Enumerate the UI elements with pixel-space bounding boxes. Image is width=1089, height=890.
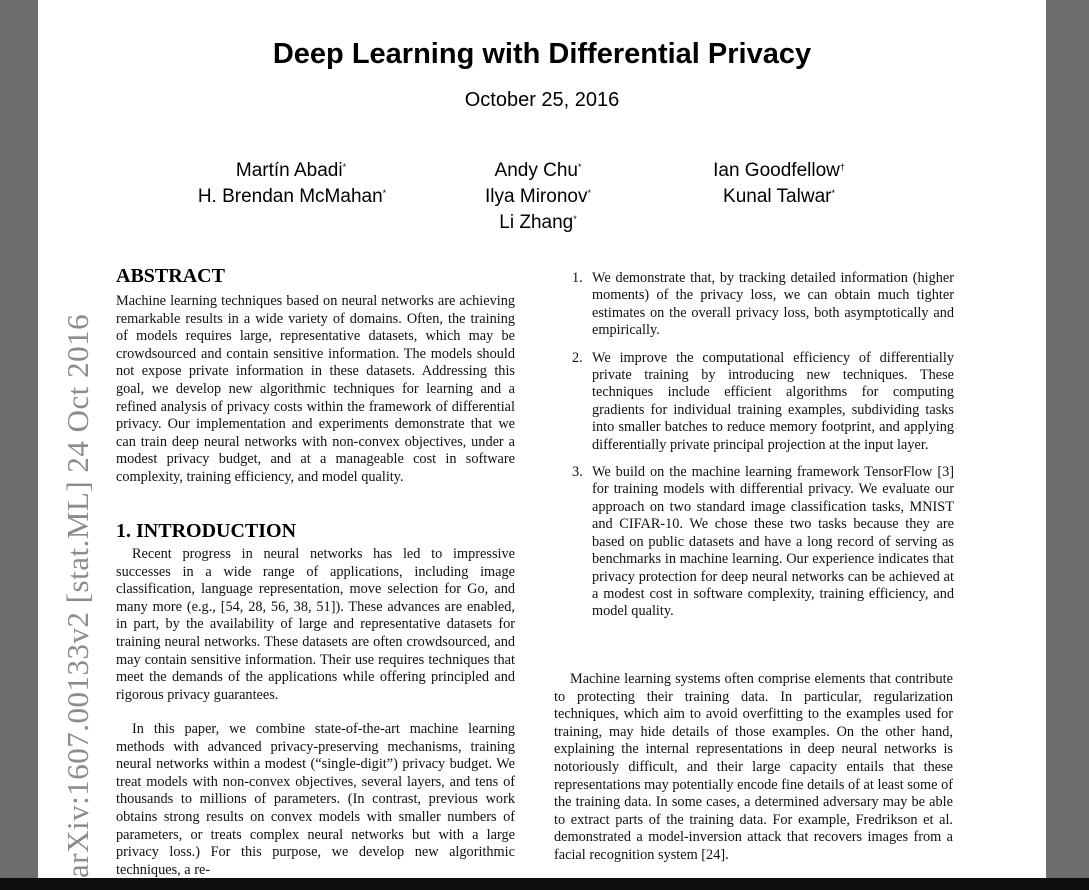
- introduction-heading: 1. INTRODUCTION: [116, 520, 297, 542]
- affiliation-mark: *: [587, 188, 591, 198]
- affiliation-mark: *: [573, 214, 577, 224]
- list-number: 2.: [572, 349, 583, 366]
- affiliation-mark: *: [342, 162, 347, 172]
- contributions-list: 1. We demonstrate that, by tracking detai…: [572, 270, 954, 631]
- arxiv-identifier-stamp: arXiv:1607.00133v2 [stat.ML] 24 Oct 2016: [60, 313, 95, 878]
- affiliation-mark: *: [577, 162, 582, 172]
- list-number: 3.: [572, 464, 583, 481]
- paper-title: Deep Learning with Differential Privacy: [272, 38, 812, 70]
- viewer-bottom-bar: [0, 878, 1089, 890]
- paper-date: October 25, 2016: [464, 89, 620, 111]
- right-column-paragraph: Machine learning systems often comprise …: [554, 671, 953, 863]
- author-name: Ian Goodfellow†: [713, 160, 845, 181]
- abstract-text: Machine learning techniques based on neu…: [116, 293, 515, 485]
- author-name: Li Zhang*: [499, 212, 577, 233]
- affiliation-mark: *: [831, 188, 835, 198]
- author-name: Kunal Talwar*: [723, 186, 835, 207]
- contribution-item: 2. We improve the computational efficienc…: [572, 350, 954, 454]
- contribution-item: 3. We build on the machine learning frame…: [572, 464, 954, 621]
- list-item-text: We improve the computational efficiency …: [592, 349, 954, 453]
- list-number: 1.: [572, 270, 583, 286]
- list-item-text: We build on the machine learning framewo…: [592, 464, 954, 620]
- paper-page: Deep Learning with Differential Privacy …: [38, 0, 1046, 878]
- author-name: Martín Abadi*: [235, 160, 347, 181]
- author-name: Ilya Mironov*: [485, 186, 591, 207]
- introduction-paragraph: Recent progress in neural networks has l…: [116, 546, 515, 703]
- affiliation-mark: †: [839, 162, 845, 172]
- introduction-paragraph: In this paper, we combine state-of-the-a…: [116, 721, 515, 878]
- author-name: H. Brendan McMahan*: [197, 186, 387, 207]
- author-name: Andy Chu*: [494, 160, 582, 181]
- list-item-text: We demonstrate that, by tracking detaile…: [592, 270, 954, 339]
- contribution-item: 1. We demonstrate that, by tracking detai…: [572, 270, 954, 340]
- abstract-heading: ABSTRACT: [116, 265, 225, 287]
- affiliation-mark: *: [382, 188, 387, 198]
